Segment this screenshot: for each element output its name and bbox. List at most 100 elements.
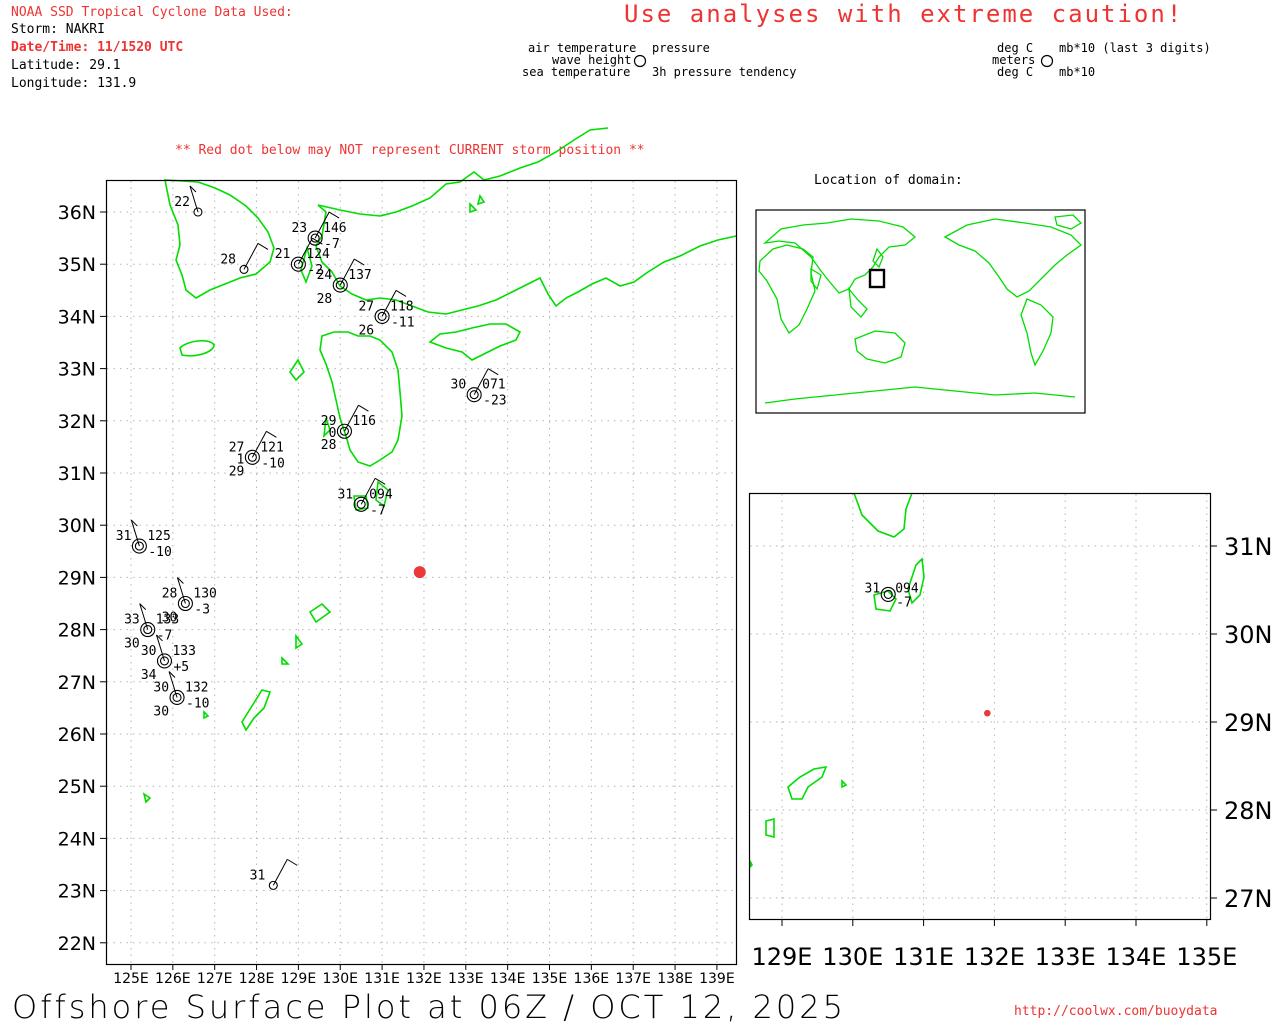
inset-lon-label: 129E bbox=[752, 943, 813, 971]
inset-storm-position-dot bbox=[984, 709, 991, 717]
lon-label: 136E bbox=[574, 971, 610, 987]
wind-barb-flag bbox=[487, 368, 499, 376]
station-wave-height: 1 bbox=[237, 452, 245, 467]
inset-station-ring-icon bbox=[880, 586, 896, 602]
lat-label: 25N bbox=[58, 776, 96, 798]
inset-map-grid bbox=[750, 494, 1210, 919]
station-tendency: -10 bbox=[186, 696, 209, 711]
lon-label: 126E bbox=[155, 971, 191, 987]
station-air-temp: 31 bbox=[250, 868, 266, 883]
station-pressure: 132 bbox=[185, 680, 208, 695]
source-url[interactable]: http://coolwx.com/buoydata bbox=[1014, 1004, 1218, 1019]
station-plot: 23 146-7 bbox=[291, 211, 347, 252]
unit-tendency: mb*10 bbox=[1059, 65, 1096, 79]
lat-label: 27N bbox=[58, 672, 96, 694]
station-tendency: -10 bbox=[261, 456, 284, 471]
unit-degc-bottom: deg C bbox=[997, 65, 1034, 79]
station-pressure: 094 bbox=[369, 487, 393, 502]
inset-map-frame bbox=[748, 492, 1212, 921]
wind-barb-flag bbox=[395, 289, 407, 297]
station-pressure: 130 bbox=[193, 587, 216, 602]
inset-lon-label: 130E bbox=[822, 943, 883, 971]
station-air-temp: 28 bbox=[220, 252, 236, 267]
wind-barb-flag bbox=[358, 404, 369, 412]
inset-lat-label: 30N bbox=[1224, 621, 1273, 649]
inset-lon-labels: 129E 130E 131E 132E 133E 134E 135E bbox=[752, 919, 1237, 971]
plot-title: Offshore Surface Plot at 06Z / OCT 12, 2… bbox=[12, 988, 846, 1026]
lon-label: 128E bbox=[239, 971, 275, 987]
station-pressure: 137 bbox=[348, 268, 371, 283]
lat-label: 34N bbox=[58, 306, 96, 328]
station-air-temp: 33 bbox=[124, 613, 140, 628]
coast-honshu-north bbox=[317, 170, 485, 217]
station-air-temp: 30 bbox=[141, 644, 157, 659]
lat-label: 26N bbox=[58, 724, 96, 746]
wind-barb-flag bbox=[257, 242, 269, 250]
lat-label: 30N bbox=[58, 515, 96, 537]
inset-coast-kikai bbox=[841, 779, 848, 789]
coast-izu-isle-1 bbox=[469, 202, 478, 214]
lat-label: 28N bbox=[58, 620, 96, 642]
inset-lon-label: 133E bbox=[1035, 943, 1096, 971]
station-air-temp: 31 bbox=[338, 487, 354, 502]
station-sea-temp: 30 bbox=[153, 704, 169, 719]
station-pressure: 146 bbox=[323, 221, 346, 236]
coast-tokunoshima bbox=[295, 633, 304, 650]
coast-miyako bbox=[142, 792, 152, 804]
inset-lat-label: 28N bbox=[1224, 797, 1273, 825]
main-lat-labels: 36N 35N 34N 33N 32N 31N 30N 29N 28N 27N 26N 25N 24N 2… bbox=[58, 202, 107, 955]
wind-barb-flag bbox=[266, 430, 277, 438]
station-tendency: -7 bbox=[157, 629, 173, 644]
station-air-temp: 31 bbox=[116, 529, 132, 544]
station-plot: 31 125-10 bbox=[116, 519, 172, 560]
inset-lat-label: 27N bbox=[1224, 885, 1273, 913]
inset-lon-label: 132E bbox=[964, 943, 1025, 971]
station-tendency: +5 bbox=[173, 660, 189, 675]
inset-lat-labels: 31N 30N 29N 28N 27N bbox=[1210, 533, 1273, 913]
inset-coast-amami bbox=[787, 765, 828, 800]
lon-label: 132E bbox=[406, 971, 442, 987]
inset-lat-label: 31N bbox=[1224, 533, 1273, 561]
coast-okinoerabu bbox=[281, 656, 290, 665]
station-plot: 22 bbox=[174, 185, 203, 217]
station-plot: 27 118-11 26 bbox=[358, 289, 415, 338]
coast-honshu-west bbox=[315, 204, 737, 315]
station-tendency: -11 bbox=[391, 315, 414, 330]
station-sea-temp: 26 bbox=[358, 323, 374, 338]
station-sea-temp: 28 bbox=[317, 292, 333, 307]
station-pressure: 116 bbox=[352, 414, 375, 429]
lat-label: 35N bbox=[58, 254, 96, 276]
inset-station-air-temp: 31 bbox=[865, 581, 881, 596]
wind-barb-flag bbox=[287, 858, 298, 866]
inset-coast-edge bbox=[749, 860, 753, 869]
coast-kyushu-west-isles bbox=[289, 358, 305, 382]
main-lon-labels: 125E 126E 127E 128E 129E 130E 131E 132E 133E 134E… bbox=[113, 964, 735, 987]
location-map-title: Location of domain: bbox=[814, 173, 963, 188]
station-plot: 30 071-23 bbox=[451, 368, 507, 409]
main-map: 36N 35N 34N 33N 32N 31N 30N 29N 28N 27N 26N 25N 24N 2… bbox=[58, 127, 738, 987]
lat-label: 32N bbox=[58, 411, 96, 433]
station-outer-ring-icon bbox=[244, 449, 260, 465]
station-pressure: 124 bbox=[306, 247, 330, 262]
station-pressure: 133 bbox=[172, 644, 195, 659]
lon-label: 125E bbox=[113, 971, 149, 987]
station-tendency: -10 bbox=[148, 545, 171, 560]
lon-label: 135E bbox=[532, 971, 568, 987]
lon-label: 138E bbox=[657, 971, 693, 987]
lat-label: 31N bbox=[58, 463, 96, 485]
inset-lat-label: 29N bbox=[1224, 709, 1273, 737]
coast-izu-isle-2 bbox=[476, 194, 486, 206]
coast-okinawa bbox=[241, 689, 272, 732]
wind-barb-flag bbox=[328, 211, 340, 219]
station-air-temp: 23 bbox=[291, 221, 307, 236]
coast-amami bbox=[308, 602, 332, 624]
station-air-temp: 21 bbox=[275, 247, 291, 262]
station-air-temp: 24 bbox=[317, 268, 333, 283]
lat-label: 36N bbox=[58, 202, 96, 224]
inset-map: 31N 30N 29N 28N 27N 129E 130E 131E 132E 133E 134E… bbox=[748, 492, 1273, 971]
lon-label: 133E bbox=[448, 971, 484, 987]
inset-coast-kyushu-south bbox=[853, 492, 913, 538]
coast-kerama bbox=[203, 710, 210, 720]
lat-label: 22N bbox=[58, 933, 96, 955]
lat-label: 33N bbox=[58, 359, 96, 381]
